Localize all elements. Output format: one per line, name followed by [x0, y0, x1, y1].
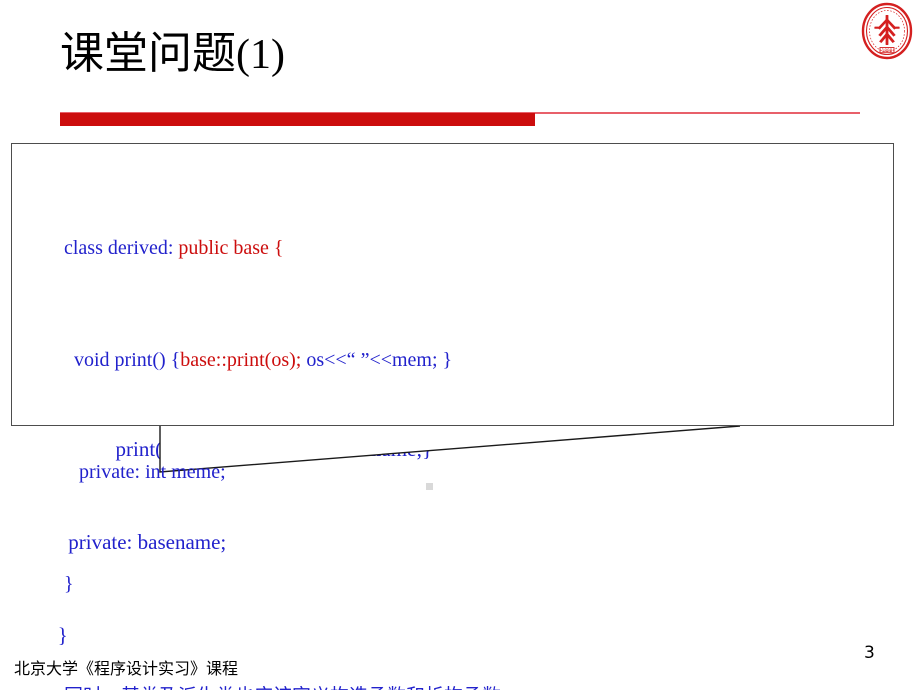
code-line: class derived: public base {	[64, 234, 884, 262]
page-number: 3	[864, 643, 875, 663]
code-segment: public base {	[178, 237, 284, 259]
footer-course-label: 北京大学《程序设计实习》课程	[14, 659, 239, 678]
code-segment: }	[64, 573, 74, 595]
code-segment: os<<“ ”<<mem; }	[306, 349, 453, 371]
slide-canvas: 1898 课堂问题(1) print(ostream &os) {os<<bas…	[0, 0, 920, 690]
code-line: private: int meme;	[64, 458, 884, 486]
code-line: }	[64, 570, 884, 598]
page-title-cn: 课堂问题	[60, 28, 236, 79]
code-segment: private: int meme;	[64, 461, 226, 483]
code-line-note: 同时，基类及派生类也应该定义构造函数和析构函数。	[64, 682, 884, 690]
code-segment: void print() {	[64, 349, 181, 371]
artifact-speck	[426, 483, 433, 490]
note-text: 同时，基类及派生类也应该定义构造函数和析构函数。	[64, 685, 520, 690]
code-line: void print() {base::print(os); os<<“ ”<<…	[64, 346, 884, 374]
page-title: 课堂问题(1)	[60, 26, 285, 83]
peking-university-seal-icon: 1898	[860, 2, 914, 60]
code-segment: class derived:	[64, 237, 179, 259]
title-underline-thick	[60, 113, 535, 126]
svg-text:1898: 1898	[882, 48, 893, 53]
callout-code-lines: class derived: public base { void print(…	[64, 150, 884, 690]
code-segment: base::print(os);	[180, 349, 307, 371]
page-title-suffix: (1)	[236, 32, 285, 78]
callout-code-box: class derived: public base { void print(…	[11, 143, 894, 690]
